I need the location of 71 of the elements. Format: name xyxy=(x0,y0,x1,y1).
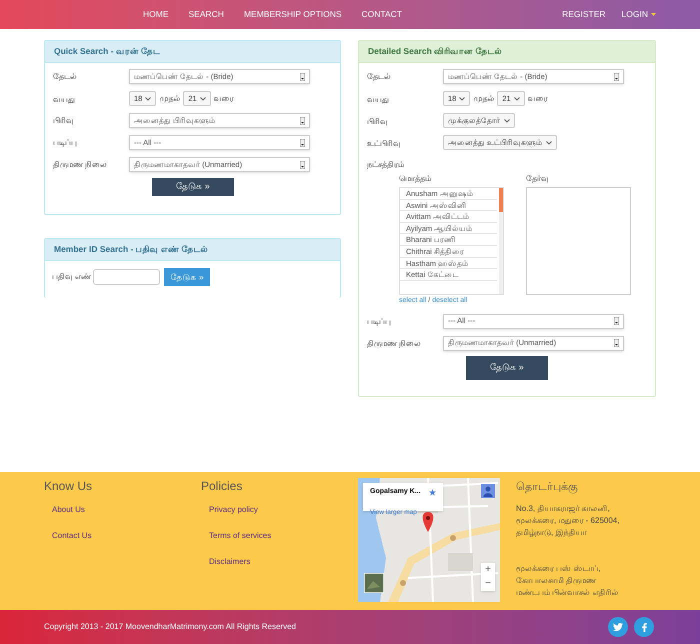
footer-heading: Know Us xyxy=(44,478,94,495)
footer-link[interactable]: Disclaimers xyxy=(209,556,358,568)
caret-icon xyxy=(614,317,619,325)
footer-link[interactable]: Privacy policy xyxy=(209,504,358,516)
person-icon[interactable] xyxy=(481,484,495,498)
panel-title: Member ID Search - பதிவு எண் தேடல் xyxy=(45,239,340,261)
nav-link[interactable]: REGISTER xyxy=(562,8,606,21)
address-line: No.3, தியாகராஜர் காலனி, xyxy=(516,502,611,514)
footer-link[interactable]: About Us xyxy=(52,504,201,516)
range-label: வரை xyxy=(528,92,548,104)
field-label: தேடல் xyxy=(53,71,78,83)
footer-heading: Policies xyxy=(201,478,244,495)
caret-icon xyxy=(300,116,305,124)
field-label: படிப்பு xyxy=(53,137,78,149)
chevron-icon xyxy=(504,118,510,122)
field-label: படிப்பு xyxy=(367,316,392,328)
caret-icon xyxy=(300,138,305,146)
zoom-in-button[interactable]: + xyxy=(485,563,491,577)
chevron-icon xyxy=(200,96,206,100)
field-label: தேடல் xyxy=(367,71,392,83)
field-label: வயது xyxy=(53,94,76,106)
footer-link[interactable]: Contact Us xyxy=(52,530,201,542)
facebook-button[interactable] xyxy=(634,617,654,637)
range-label: முதல் xyxy=(159,92,180,104)
caret-icon xyxy=(300,160,305,168)
range-label: வரை xyxy=(214,92,234,104)
nav-link[interactable]: SEARCH xyxy=(188,8,224,21)
address-line: மூலக்கரை, மதுரை - 625004, xyxy=(516,514,620,526)
chevron-icon xyxy=(459,96,466,100)
list-label: தேர்வு xyxy=(526,173,550,185)
footer-link[interactable]: Terms of services xyxy=(209,530,358,542)
chevron-icon xyxy=(514,96,520,100)
field-label: திருமண நிலை xyxy=(367,338,422,350)
caret-icon xyxy=(614,339,619,347)
satellite-thumbnail-icon[interactable] xyxy=(364,573,384,593)
star-icon xyxy=(429,488,436,496)
field-label: உட்பிரிவு xyxy=(367,138,402,150)
field-label: திருமண நிலை xyxy=(53,159,108,171)
scrollbar[interactable] xyxy=(499,188,503,294)
panel-title: Detailed Search விரிவான தேடல் xyxy=(359,41,655,63)
landmark-line: மூலக்கரை பஸ் ஸ்டாப், xyxy=(516,562,602,574)
field-label: நட்சத்திரம் xyxy=(367,159,405,171)
bird-icon xyxy=(613,622,623,632)
chevron-icon xyxy=(546,140,552,144)
field-label: பதிவு எண் xyxy=(52,271,92,283)
landmark-line: மண்டபம் பின்வாசல் எதிரில் xyxy=(516,586,620,598)
copyright-text: Copyright 2013 - 2017 MoovendharMatrimony.com All Rights Reserved xyxy=(44,621,296,633)
chosen-list[interactable] xyxy=(526,187,631,295)
footer-heading: தொடர்புக்கு xyxy=(516,480,579,496)
caret-icon xyxy=(651,13,656,16)
caret-icon xyxy=(300,72,305,80)
field-label: பிரிவு xyxy=(53,115,75,127)
search-button[interactable]: தேடுக » xyxy=(466,356,548,380)
nav-link[interactable]: LOGIN xyxy=(622,8,656,21)
field-label: பிரிவு xyxy=(367,116,389,128)
nav-link[interactable]: MEMBERSHIP OPTIONS xyxy=(244,8,342,21)
range-label: முதல் xyxy=(473,92,494,104)
address-line: தமிழ்நாடு, இந்தியா xyxy=(516,526,588,538)
field-label: வயது xyxy=(367,94,390,106)
panel-title: Quick Search - வரன் தேட xyxy=(45,41,340,63)
nav-link[interactable]: CONTACT xyxy=(362,8,402,21)
nav-link[interactable]: HOME xyxy=(143,8,168,21)
twitter-button[interactable] xyxy=(608,617,628,637)
search-button[interactable]: தேடுக » xyxy=(152,178,234,196)
zoom-out-button[interactable]: − xyxy=(485,577,491,591)
f-icon xyxy=(640,622,648,632)
member-id-field[interactable] xyxy=(93,269,160,285)
list-label: மொத்தம் xyxy=(399,173,432,185)
landmark-line: கோபாலசாமி திருமண xyxy=(516,574,598,586)
chevron-icon xyxy=(145,96,152,100)
caret-icon xyxy=(614,72,619,80)
